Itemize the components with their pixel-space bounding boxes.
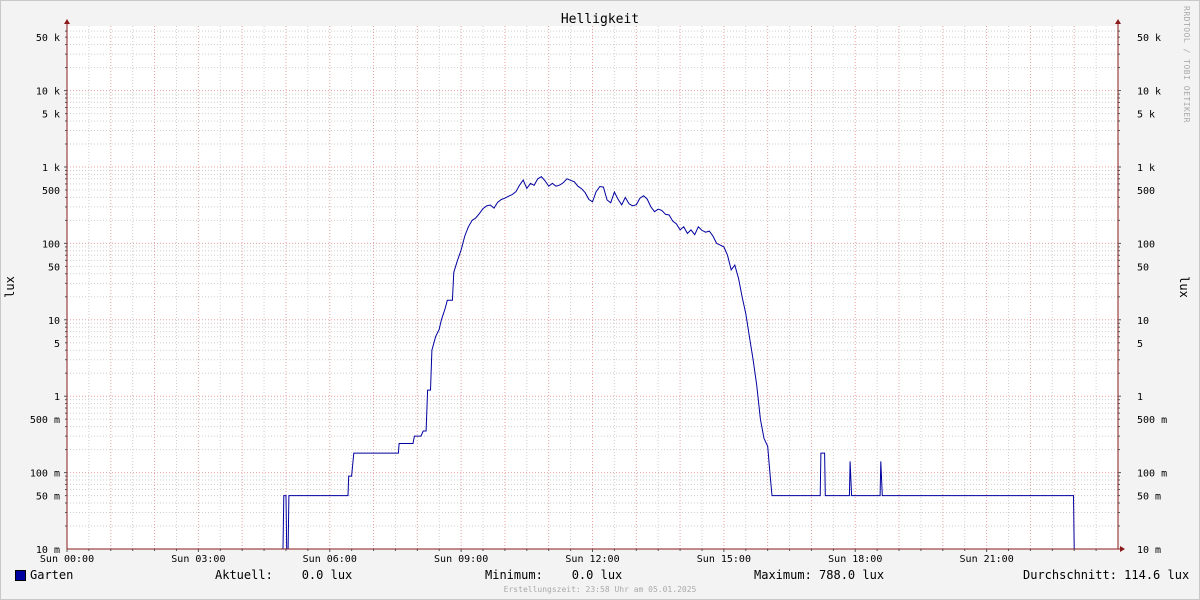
x-tick-label: Sun 21:00 <box>960 554 1014 565</box>
y-tick-label-left: 1 k <box>42 163 60 174</box>
legend-minimum: Minimum: 0.0 lux <box>485 568 623 582</box>
y-tick-label-left: 500 <box>42 186 60 197</box>
y-axis-arrow-right <box>1115 19 1121 24</box>
legend-current: Aktuell: 0.0 lux <box>215 568 353 582</box>
chart-title: Helligkeit <box>561 12 639 27</box>
y-tick-label-left: 100 m <box>30 469 60 480</box>
x-tick-label: Sun 12:00 <box>565 554 619 565</box>
x-tick-label: Sun 06:00 <box>303 554 357 565</box>
y-tick-label-right: 10 m <box>1137 545 1161 556</box>
legend-average: Durchschnitt: 114.6 lux <box>1023 568 1190 582</box>
y-axis-label-left: lux <box>3 276 17 298</box>
y-axis-arrow-left <box>64 19 70 24</box>
y-tick-label-right: 5 <box>1137 339 1143 350</box>
x-tick-labels: Sun 00:00 Sun 03:00 Sun 06:00 Sun 09:00 Sun … <box>40 554 1014 565</box>
y-axis-label-right: lux <box>1177 276 1191 298</box>
y-tick-label-right: 50 <box>1137 262 1149 273</box>
y-tick-label-right: 500 <box>1137 186 1155 197</box>
chart-svg: 50 k 10 k 5 k 1 k 500 100 50 10 5 1 500 m 100 m 50 m… <box>3 12 1191 565</box>
y-tick-label-right: 5 k <box>1137 110 1155 121</box>
y-tick-labels-right: 50 k 10 k 5 k 1 k 500 100 50 10 5 1 500 m 100 m 50 m… <box>1137 33 1167 556</box>
legend-maximum: Maximum: 788.0 lux <box>754 568 885 582</box>
y-tick-label-left: 10 k <box>36 87 60 98</box>
x-tick-label: Sun 15:00 <box>697 554 751 565</box>
y-tick-label-right: 50 m <box>1137 492 1161 503</box>
watermark: RRDTOOL / TOBI OETIKER <box>1182 6 1191 123</box>
x-tick-label: Sun 00:00 <box>40 554 94 565</box>
y-tick-label-right: 50 k <box>1137 33 1161 44</box>
y-tick-label-left: 5 <box>54 339 60 350</box>
y-tick-label-right: 1 <box>1137 392 1143 403</box>
y-tick-label-right: 500 m <box>1137 415 1167 426</box>
y-tick-label-right: 100 m <box>1137 469 1167 480</box>
y-tick-label-left: 100 <box>42 239 60 250</box>
x-tick-label: Sun 03:00 <box>171 554 225 565</box>
y-tick-label-left: 500 m <box>30 415 60 426</box>
y-tick-label-left: 50 m <box>36 492 60 503</box>
legend-series-label: Garten <box>30 568 74 582</box>
footer-timestamp: Erstellungszeit: 23:58 Uhr am 05.01.2025 <box>503 585 697 594</box>
y-tick-label-right: 10 k <box>1137 87 1161 98</box>
y-tick-label-right: 1 k <box>1137 163 1155 174</box>
y-tick-label-left: 10 <box>48 316 60 327</box>
x-axis-arrow <box>1120 546 1125 552</box>
y-tick-label-right: 100 <box>1137 239 1155 250</box>
legend-swatch-garten <box>15 570 26 581</box>
y-tick-label-left: 50 k <box>36 33 60 44</box>
x-tick-label: Sun 18:00 <box>828 554 882 565</box>
y-tick-label-left: 5 k <box>42 110 60 121</box>
y-tick-label-left: 1 <box>54 392 60 403</box>
y-tick-labels-left: 50 k 10 k 5 k 1 k 500 100 50 10 5 1 500 m 100 m 50 m… <box>30 33 60 556</box>
y-tick-label-right: 10 <box>1137 316 1149 327</box>
x-tick-label: Sun 09:00 <box>434 554 488 565</box>
y-tick-label-left: 50 <box>48 262 60 273</box>
